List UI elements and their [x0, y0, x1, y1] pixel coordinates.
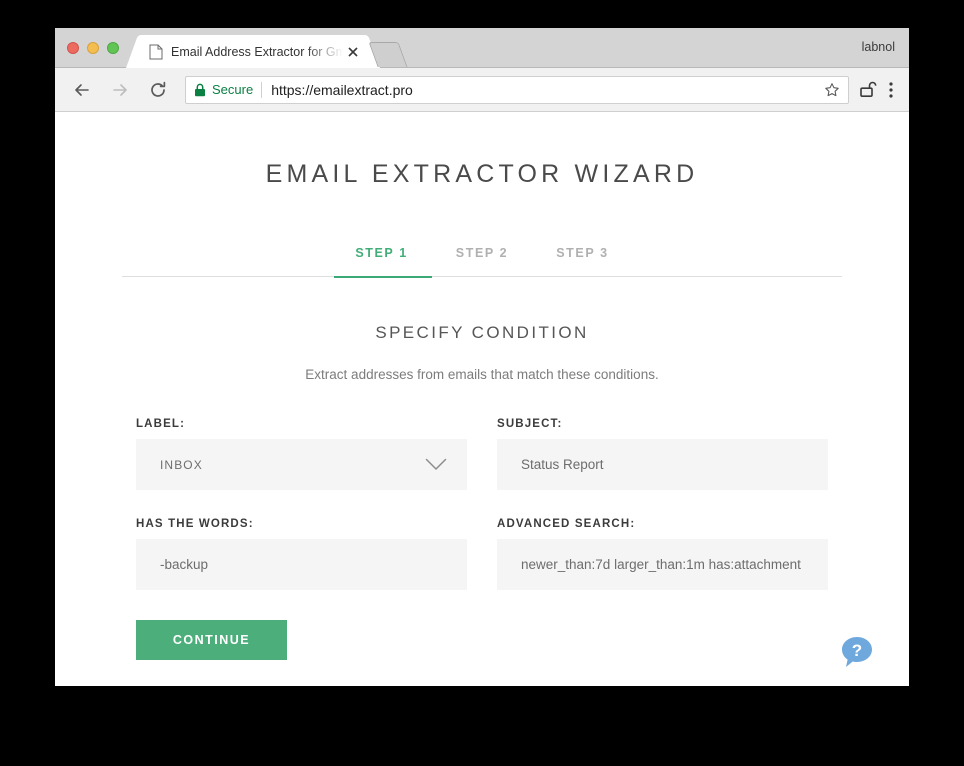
field-group-advanced-search: ADVANCED SEARCH: newer_than:7d larger_th… [497, 518, 828, 610]
field-group-subject: SUBJECT: Status Report [497, 418, 828, 510]
advanced-search-field-label: ADVANCED SEARCH: [497, 518, 636, 530]
page-content: EMAIL EXTRACTOR WIZARD STEP 1 STEP 2 STE… [55, 112, 909, 684]
subject-input-value: Status Report [521, 457, 604, 472]
advanced-search-input[interactable]: newer_than:7d larger_than:1m has:attachm… [497, 539, 828, 590]
step-active-indicator [334, 276, 432, 278]
label-select-value: INBOX [160, 457, 203, 472]
svg-text:?: ? [852, 641, 862, 660]
condition-form: LABEL: INBOX SUBJECT: Status Report HAS … [136, 418, 828, 610]
chevron-down-icon[interactable] [425, 458, 453, 471]
lock-icon [194, 83, 206, 97]
continue-row: CONTINUE [136, 620, 828, 660]
url-text[interactable]: https://emailextract.pro [271, 82, 818, 98]
window-close-button[interactable] [67, 42, 79, 54]
back-arrow-icon[interactable] [67, 75, 97, 105]
has-the-words-field-label: HAS THE WORDS: [136, 518, 254, 530]
subject-field-label: SUBJECT: [497, 418, 563, 430]
kebab-menu-icon[interactable] [881, 76, 901, 104]
browser-window: Email Address Extractor for Gmail labnol [55, 28, 909, 686]
omnibox-divider [261, 81, 263, 98]
step-wizard-nav: STEP 1 STEP 2 STEP 3 [122, 246, 842, 278]
reload-icon[interactable] [143, 75, 173, 105]
step-tab-1[interactable]: STEP 1 [331, 246, 431, 276]
step-tab-2[interactable]: STEP 2 [432, 246, 532, 276]
unlock-extension-icon[interactable] [855, 76, 881, 104]
browser-tab-title: Email Address Extractor for Gmail [171, 44, 343, 59]
window-minimize-button[interactable] [87, 42, 99, 54]
continue-button[interactable]: CONTINUE [136, 620, 287, 660]
label-select[interactable]: INBOX [136, 439, 467, 490]
close-icon[interactable] [345, 44, 361, 60]
window-traffic-lights [67, 42, 119, 54]
step-tabs: STEP 1 STEP 2 STEP 3 [122, 246, 842, 276]
page-title: EMAIL EXTRACTOR WIZARD [265, 160, 699, 188]
section-subtitle: Extract addresses from emails that match… [305, 367, 659, 382]
step-divider [122, 276, 842, 277]
help-question-bubble-icon[interactable]: ? [837, 632, 877, 672]
step-tab-3[interactable]: STEP 3 [532, 246, 632, 276]
browser-tab-active[interactable]: Email Address Extractor for Gmail [139, 35, 367, 68]
field-group-label: LABEL: INBOX [136, 418, 467, 510]
browser-profile-name[interactable]: labnol [862, 40, 895, 54]
bookmark-star-icon[interactable] [818, 82, 840, 98]
forward-arrow-icon [105, 75, 135, 105]
browser-tab-strip: Email Address Extractor for Gmail labnol [55, 28, 909, 68]
advanced-search-input-value: newer_than:7d larger_than:1m has:attachm… [521, 557, 801, 572]
label-field-label: LABEL: [136, 418, 186, 430]
address-bar[interactable]: Secure https://emailextract.pro [185, 75, 849, 104]
browser-toolbar: Secure https://emailextract.pro [55, 68, 909, 112]
has-the-words-input-value: -backup [160, 557, 209, 572]
has-the-words-input[interactable]: -backup [136, 539, 467, 590]
section-title: SPECIFY CONDITION [375, 323, 589, 342]
security-status-label: Secure [212, 82, 254, 97]
page-icon [149, 44, 163, 60]
subject-input[interactable]: Status Report [497, 439, 828, 490]
window-maximize-button[interactable] [107, 42, 119, 54]
field-group-has-the-words: HAS THE WORDS: -backup [136, 518, 467, 610]
